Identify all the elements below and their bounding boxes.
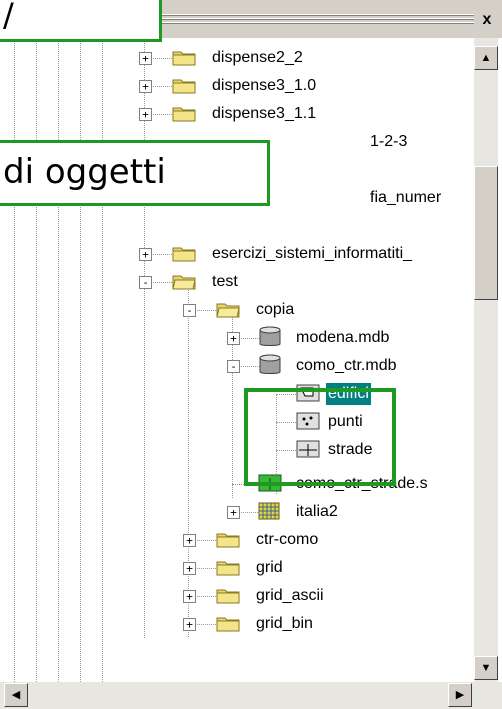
tree-node-label[interactable]: copia [254, 299, 296, 321]
tree-node-label[interactable]: fia_numer [368, 187, 443, 209]
tree-node[interactable]: - copia [112, 296, 474, 324]
tree-node-label[interactable]: ctr-como [254, 529, 320, 551]
folder-icon [216, 533, 240, 548]
catalog-tree[interactable]: + dispense2_2 + dispense3_1.0 + dispense… [112, 38, 474, 682]
scroll-left-button[interactable]: ◀ [4, 683, 28, 707]
database-icon [259, 326, 281, 346]
scroll-thumb[interactable] [474, 166, 498, 300]
tree-guide-line [58, 38, 59, 682]
tree-node-label[interactable]: dispense2_2 [210, 47, 305, 69]
horizontal-scrollbar[interactable]: ◀ ▶ [0, 682, 502, 709]
tree-node-label[interactable]: test [210, 271, 240, 293]
expand-toggle[interactable]: + [183, 590, 196, 603]
tree-node[interactable]: + grid [112, 554, 474, 582]
tree-node-label[interactable]: grid_bin [254, 613, 315, 635]
callout-box-top: / [0, 0, 162, 42]
tree-node[interactable]: - como_ctr.mdb [112, 352, 474, 380]
expand-toggle[interactable]: + [183, 562, 196, 575]
raster-icon [258, 502, 280, 520]
folder-icon [216, 589, 240, 604]
tree-node[interactable]: - test [112, 268, 474, 296]
tree-node-label[interactable]: modena.mdb [294, 327, 391, 349]
tree-guide-line [14, 38, 15, 682]
folder-icon [172, 79, 196, 94]
scroll-down-button[interactable]: ▼ [474, 656, 498, 680]
expand-toggle[interactable]: + [139, 248, 152, 261]
folder-open-icon [216, 303, 240, 318]
tree-node[interactable]: + grid_bin [112, 610, 474, 638]
database-icon [259, 354, 281, 374]
expand-toggle[interactable]: + [183, 618, 196, 631]
tree-guide-line [102, 38, 103, 682]
highlight-box [244, 388, 396, 486]
collapse-toggle[interactable]: - [227, 360, 240, 373]
tree-node-label[interactable]: dispense3_1.1 [210, 103, 318, 125]
tree-node-label[interactable]: italia2 [294, 501, 340, 523]
close-button[interactable]: x [478, 10, 496, 30]
callout-text: / [3, 0, 14, 34]
collapse-toggle[interactable]: - [139, 276, 152, 289]
folder-open-icon [172, 275, 196, 290]
tree-node-label[interactable]: esercizi_sistemi_informatiti_ [210, 243, 414, 265]
scroll-up-button[interactable]: ▲ [474, 46, 498, 70]
tree-node-label[interactable]: grid [254, 557, 285, 579]
scroll-right-button[interactable]: ▶ [448, 683, 472, 707]
folder-icon [172, 107, 196, 122]
tree-guide-line [36, 38, 37, 682]
folder-icon [216, 561, 240, 576]
callout-box: di oggetti [0, 140, 270, 206]
catalog-tree-panel: x + dispense2_2 + dispense3_1.0 + dispen… [0, 0, 502, 709]
tree-node-label[interactable]: 1-2-3 [368, 131, 409, 153]
expand-toggle[interactable]: + [183, 534, 196, 547]
tree-node-label[interactable]: grid_ascii [254, 585, 326, 607]
tree-node[interactable]: + dispense3_1.0 [112, 72, 474, 100]
tree-node[interactable]: + esercizi_sistemi_informatiti_ [112, 240, 474, 268]
tree-node[interactable]: + grid_ascii [112, 582, 474, 610]
tree-guide-line [80, 38, 81, 682]
titlebar-grip[interactable] [160, 14, 474, 26]
callout-text: di oggetti [3, 152, 166, 192]
vertical-scrollbar[interactable]: ▲ ▼ [474, 38, 498, 682]
expand-toggle[interactable]: + [139, 52, 152, 65]
tree-node[interactable]: + ctr-como [112, 526, 474, 554]
folder-icon [172, 247, 196, 262]
expand-toggle[interactable]: + [139, 108, 152, 121]
expand-toggle[interactable]: + [227, 332, 240, 345]
tree-node[interactable]: + dispense3_1.1 [112, 100, 474, 128]
collapse-toggle[interactable]: - [183, 304, 196, 317]
tree-node[interactable]: + modena.mdb [112, 324, 474, 352]
tree-node[interactable]: + italia2 [112, 498, 474, 526]
expand-toggle[interactable]: + [227, 506, 240, 519]
tree-node-label[interactable]: dispense3_1.0 [210, 75, 318, 97]
tree-node[interactable]: + dispense2_2 [112, 44, 474, 72]
folder-icon [216, 617, 240, 632]
left-pane [0, 38, 112, 682]
folder-icon [172, 51, 196, 66]
tree-node-label[interactable]: como_ctr.mdb [294, 355, 398, 377]
expand-toggle[interactable]: + [139, 80, 152, 93]
